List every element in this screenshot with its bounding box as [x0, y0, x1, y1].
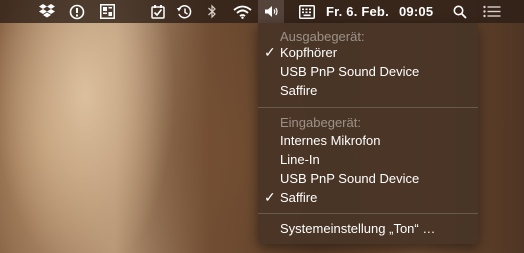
- time-machine-icon[interactable]: [174, 3, 194, 20]
- keyboard-icon[interactable]: [298, 3, 316, 20]
- wifi-icon[interactable]: [232, 3, 252, 20]
- dropbox-icon[interactable]: [38, 3, 56, 20]
- output-device-kopfhoerer[interactable]: ✓ Kopfhörer: [258, 44, 478, 62]
- menu-item-label: Systemeinstellung „Ton“ …: [280, 221, 436, 236]
- input-device-usb-pnp[interactable]: USB PnP Sound Device: [258, 170, 478, 188]
- menu-item-label: USB PnP Sound Device: [280, 64, 420, 79]
- menu-item-label: Internes Mikrofon: [280, 133, 381, 148]
- checkmark-icon: ✓: [264, 44, 276, 60]
- menu-separator: [258, 107, 478, 108]
- input-device-saffire[interactable]: ✓ Saffire: [258, 189, 478, 207]
- menu-separator: [258, 213, 478, 214]
- menu-item-label: Kopfhörer: [280, 45, 338, 60]
- menubar-time[interactable]: 09:05: [399, 4, 433, 19]
- search-icon[interactable]: [452, 3, 468, 20]
- menu-bar: Fr. 6. Feb. 09:05: [0, 0, 524, 23]
- output-device-usb-pnp[interactable]: USB PnP Sound Device: [258, 63, 478, 81]
- notification-list-icon[interactable]: [482, 3, 502, 20]
- input-header: Eingabegerät:: [280, 115, 361, 130]
- volume-icon[interactable]: [262, 3, 280, 20]
- sound-preferences-item[interactable]: Systemeinstellung „Ton“ …: [258, 220, 478, 238]
- menubar-date[interactable]: Fr. 6. Feb.: [326, 4, 389, 19]
- sound-dropdown-menu: Ausgabegerät: ✓ Kopfhörer USB PnP Sound …: [258, 23, 478, 244]
- output-header: Ausgabegerät:: [280, 29, 365, 44]
- input-device-line-in[interactable]: Line-In: [258, 151, 478, 169]
- status-alert-icon[interactable]: [68, 3, 86, 20]
- checkmark-icon: ✓: [264, 189, 276, 205]
- menu-item-label: USB PnP Sound Device: [280, 171, 420, 186]
- checkmark-clock-icon[interactable]: [148, 3, 168, 20]
- bluetooth-icon[interactable]: [205, 3, 219, 20]
- input-device-internes-mikrofon[interactable]: Internes Mikrofon: [258, 132, 478, 150]
- menu-item-label: Line-In: [280, 152, 320, 167]
- app-grid-icon[interactable]: [98, 3, 116, 20]
- menu-item-label: Saffire: [280, 190, 318, 205]
- menu-item-label: Saffire: [280, 83, 318, 98]
- output-device-saffire[interactable]: Saffire: [258, 82, 478, 100]
